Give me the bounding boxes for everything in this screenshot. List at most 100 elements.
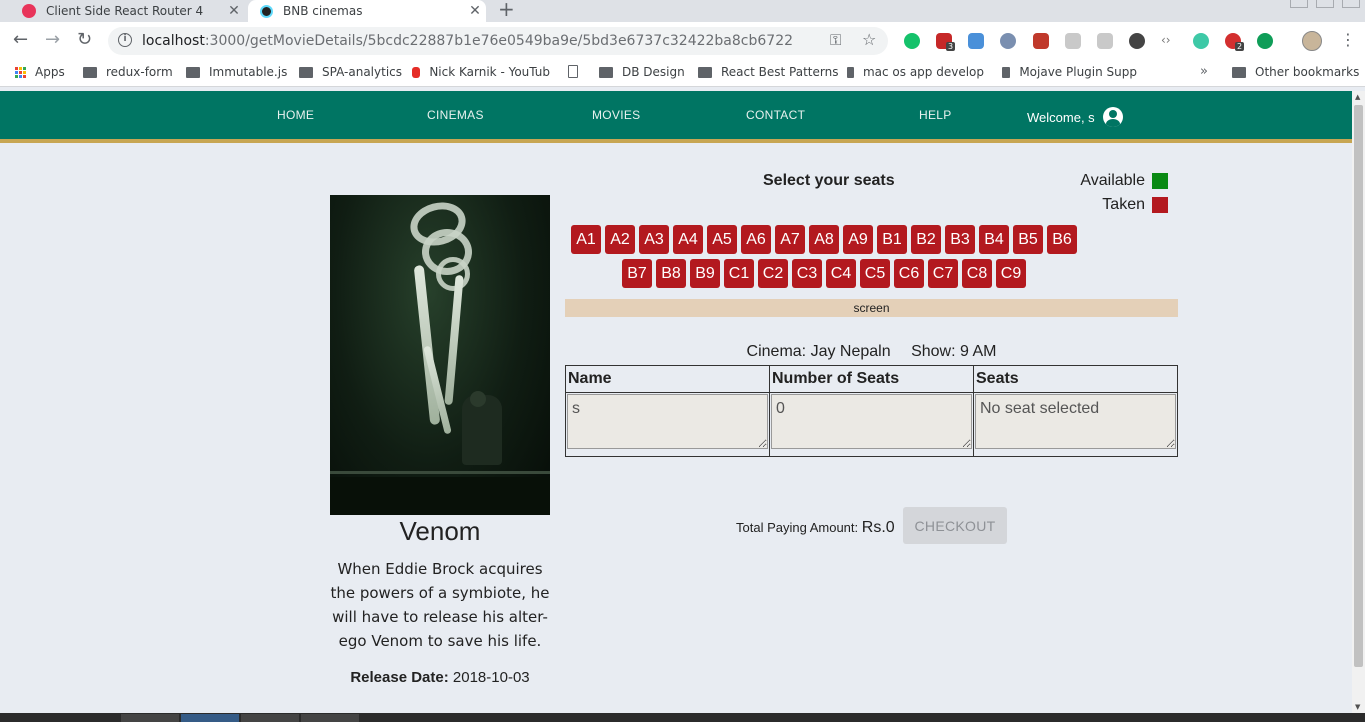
code-extension-icon[interactable]: ‹›	[1161, 33, 1177, 49]
seat-b5[interactable]: B5	[1013, 225, 1043, 254]
site-info-icon[interactable]: i	[118, 33, 132, 47]
extension-icon[interactable]	[1097, 33, 1113, 49]
extension-icon[interactable]	[1000, 33, 1016, 49]
seat-c3[interactable]: C3	[792, 259, 822, 288]
page-scrollbar[interactable]: ▲ ▼	[1352, 91, 1365, 713]
seat-b4[interactable]: B4	[979, 225, 1009, 254]
seat-a1[interactable]: A1	[571, 225, 601, 254]
navbar-border	[0, 139, 1352, 143]
bookmark-apps[interactable]: Apps	[14, 65, 65, 79]
seat-b7[interactable]: B7	[622, 259, 652, 288]
seat-c7[interactable]: C7	[928, 259, 958, 288]
seat-b8[interactable]: B8	[656, 259, 686, 288]
browser-tab-react-router[interactable]: Client Side React Router 4 ✕	[10, 0, 245, 22]
profile-avatar[interactable]	[1302, 31, 1322, 51]
legend-taken: Taken	[1000, 196, 1168, 214]
apps-grid-icon	[14, 66, 26, 78]
seat-b3[interactable]: B3	[945, 225, 975, 254]
extension-icon[interactable]	[1257, 33, 1273, 49]
maximize-window-icon[interactable]	[1316, 0, 1334, 8]
forward-arrow-icon[interactable]: →	[45, 30, 60, 50]
user-menu[interactable]: Welcome, s	[1027, 107, 1123, 127]
bookmark-page[interactable]	[568, 65, 587, 78]
chrome-menu-icon[interactable]: ⋮	[1340, 30, 1356, 49]
bookmark-immutable[interactable]: Immutable.js	[186, 65, 287, 79]
bookmark-db-design[interactable]: DB Design	[599, 65, 685, 79]
seat-b6[interactable]: B6	[1047, 225, 1077, 254]
account-circle-icon[interactable]	[1102, 107, 1123, 127]
folder-icon	[698, 66, 712, 78]
seat-a9[interactable]: A9	[843, 225, 873, 254]
browser-tab-bnb-cinemas[interactable]: BNB cinemas ✕	[248, 0, 486, 22]
name-field[interactable]: s	[567, 394, 768, 449]
nav-help[interactable]: HELP	[919, 108, 952, 122]
seat-a7[interactable]: A7	[775, 225, 805, 254]
number-of-seats-column-header: Number of Seats	[769, 365, 974, 393]
taskbar-item[interactable]	[181, 714, 239, 722]
extension-icon[interactable]	[1129, 33, 1145, 49]
taskbar-item[interactable]	[301, 714, 359, 722]
seat-c9[interactable]: C9	[996, 259, 1026, 288]
seat-a6[interactable]: A6	[741, 225, 771, 254]
show-time: 9 AM	[959, 343, 997, 360]
selected-seats-field[interactable]: No seat selected	[975, 394, 1176, 449]
seat-b2[interactable]: B2	[911, 225, 941, 254]
taskbar-item[interactable]	[241, 714, 299, 722]
seat-c8[interactable]: C8	[962, 259, 992, 288]
seat-b1[interactable]: B1	[877, 225, 907, 254]
back-arrow-icon[interactable]: ←	[13, 30, 28, 50]
seat-b9[interactable]: B9	[690, 259, 720, 288]
seat-a8[interactable]: A8	[809, 225, 839, 254]
folder-icon	[599, 66, 613, 78]
bookmark-other[interactable]: Other bookmarks	[1232, 65, 1359, 79]
reload-icon[interactable]: ↻	[77, 30, 92, 50]
bookmark-star-icon[interactable]: ☆	[862, 30, 876, 49]
password-key-icon[interactable]: ⚿	[830, 31, 841, 49]
seats-column-header: Seats	[973, 365, 1178, 393]
address-url[interactable]: localhost:3000/getMovieDetails/5bcdc2288…	[142, 33, 793, 49]
close-tab-icon[interactable]: ✕	[464, 3, 486, 19]
seat-a5[interactable]: A5	[707, 225, 737, 254]
cinema-show-info: Cinema: Jay Nepaln Show: 9 AM	[746, 343, 997, 360]
bookmark-spa-analytics[interactable]: SPA-analytics	[299, 65, 402, 79]
seat-c5[interactable]: C5	[860, 259, 890, 288]
bookmarks-overflow-chevron-icon[interactable]: »	[1200, 64, 1208, 79]
scrollbar-thumb[interactable]	[1354, 105, 1363, 667]
seat-a2[interactable]: A2	[605, 225, 635, 254]
bookmark-react-best-patterns[interactable]: React Best Patterns	[698, 65, 838, 79]
extension-icon[interactable]	[1193, 33, 1209, 49]
extension-icon[interactable]	[1065, 33, 1081, 49]
seat-a4[interactable]: A4	[673, 225, 703, 254]
bookmark-nick-karnik[interactable]: Nick Karnik - YouTub	[412, 65, 550, 79]
address-bar[interactable]: i localhost:3000/getMovieDetails/5bcdc22…	[108, 27, 888, 55]
seat-c6[interactable]: C6	[894, 259, 924, 288]
checkout-button[interactable]: CHECKOUT	[903, 507, 1007, 544]
number-of-seats-field[interactable]: 0	[771, 394, 972, 449]
seat-a3[interactable]: A3	[639, 225, 669, 254]
scroll-up-arrow-icon[interactable]: ▲	[1355, 93, 1360, 101]
nav-movies[interactable]: MOVIES	[592, 108, 640, 122]
nav-contact[interactable]: CONTACT	[746, 108, 805, 122]
taskbar-item[interactable]	[121, 714, 179, 722]
grammarly-extension-icon[interactable]	[904, 33, 920, 49]
seat-c2[interactable]: C2	[758, 259, 788, 288]
movie-description: When Eddie Brock acquires the powers of …	[330, 560, 550, 650]
scroll-down-arrow-icon[interactable]: ▼	[1355, 703, 1360, 711]
close-window-icon[interactable]	[1342, 0, 1360, 8]
tab-title: Client Side React Router 4	[46, 4, 204, 18]
seat-c1[interactable]: C1	[724, 259, 754, 288]
extension-badge: 3	[946, 42, 956, 51]
close-tab-icon[interactable]: ✕	[223, 3, 245, 19]
new-tab-plus-icon[interactable]: +	[498, 0, 515, 21]
bookmark-mac-os-app[interactable]: mac os app develop	[847, 65, 984, 79]
bookmark-redux-form[interactable]: redux-form	[83, 65, 173, 79]
minimize-window-icon[interactable]	[1290, 0, 1308, 8]
bookmark-mojave-plugin[interactable]: Mojave Plugin Supp	[1002, 65, 1137, 79]
nav-cinemas[interactable]: CINEMAS	[427, 108, 484, 122]
seat-c4[interactable]: C4	[826, 259, 856, 288]
cinema-name: Jay Nepaln	[810, 343, 891, 360]
taken-color-swatch	[1152, 197, 1168, 213]
extension-icon[interactable]	[968, 33, 984, 49]
nav-home[interactable]: HOME	[277, 108, 314, 122]
extension-icon[interactable]	[1033, 33, 1049, 49]
